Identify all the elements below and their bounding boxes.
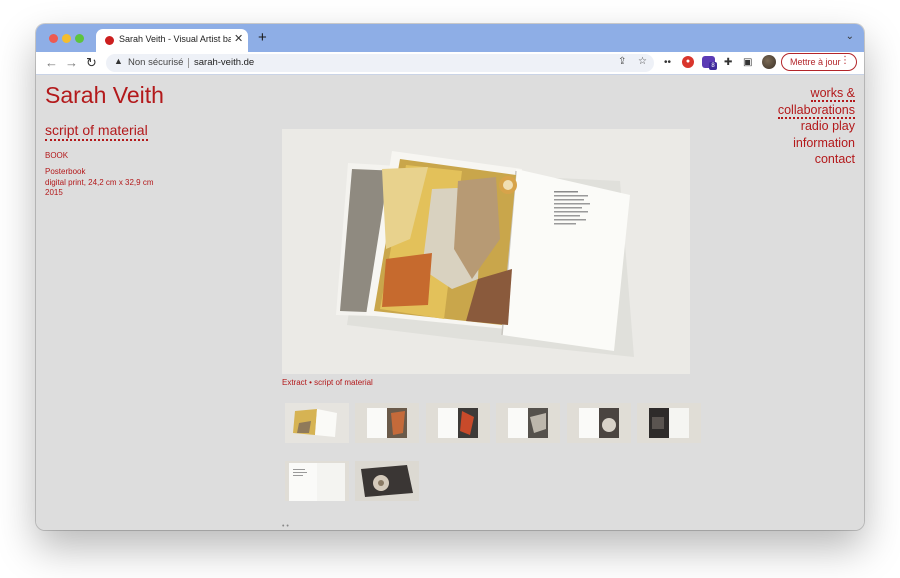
tab-bar: Sarah Veith - Visual Artist based ✕ + ⌄ bbox=[36, 24, 864, 52]
browser-window: Sarah Veith - Visual Artist based ✕ + ⌄ … bbox=[36, 24, 864, 530]
update-button[interactable]: Mettre à jour ⋮ bbox=[781, 53, 857, 71]
description-line: 2015 bbox=[45, 188, 63, 197]
nav-radio-play[interactable]: radio play bbox=[778, 118, 855, 135]
work-title: script of material bbox=[45, 122, 148, 141]
favicon-icon bbox=[105, 36, 114, 45]
update-button-label: Mettre à jour bbox=[790, 57, 841, 67]
extensions-puzzle-icon[interactable]: ✚ bbox=[724, 57, 732, 69]
minimize-window-button[interactable] bbox=[62, 34, 71, 43]
warning-triangle-icon[interactable]: ▲ bbox=[114, 56, 123, 66]
bookmark-star-icon[interactable]: ☆ bbox=[638, 56, 647, 67]
profile-avatar[interactable] bbox=[762, 55, 776, 69]
forward-arrow-icon[interactable]: → bbox=[65, 55, 78, 71]
nav-collaborations[interactable]: collaborations bbox=[777, 102, 855, 119]
security-label[interactable]: Non sécurisé bbox=[128, 57, 183, 68]
image-caption: Extract • script of material bbox=[282, 378, 373, 387]
extension-badge: 8 bbox=[709, 62, 717, 70]
reload-icon[interactable]: ↻ bbox=[86, 55, 97, 71]
thumbnail[interactable] bbox=[285, 461, 349, 501]
footer-dots: • • bbox=[282, 523, 289, 530]
description-line: digital print, 24,2 cm x 32,9 cm bbox=[45, 177, 154, 187]
address-bar[interactable]: ▲ Non sécurisé sarah-veith.de ⇪ ☆ bbox=[106, 54, 654, 72]
thumbnail[interactable] bbox=[496, 403, 560, 443]
nav-contact[interactable]: contact bbox=[778, 151, 855, 168]
thumbnail[interactable] bbox=[355, 403, 419, 443]
thumbnail[interactable] bbox=[355, 461, 419, 501]
more-menu-icon[interactable]: ⋮ bbox=[840, 55, 850, 66]
zoom-window-button[interactable] bbox=[75, 34, 84, 43]
description-line: Posterbook bbox=[45, 167, 86, 176]
extension-adblock-icon[interactable]: ● bbox=[682, 56, 694, 68]
new-tab-button[interactable]: + bbox=[258, 29, 267, 47]
tab-active[interactable]: Sarah Veith - Visual Artist based ✕ bbox=[96, 29, 248, 52]
page-content: Sarah Veith script of material BOOK Post… bbox=[36, 75, 864, 530]
share-icon[interactable]: ⇪ bbox=[618, 56, 626, 67]
close-window-button[interactable] bbox=[49, 34, 58, 43]
site-nav: works & collaborations radio play inform… bbox=[777, 85, 855, 168]
nav-information[interactable]: information bbox=[778, 135, 855, 152]
thumbnail[interactable] bbox=[567, 403, 631, 443]
work-description: Posterbook digital print, 24,2 cm x 32,9… bbox=[45, 167, 154, 199]
extension-dots-icon[interactable]: •• bbox=[664, 57, 671, 69]
address-divider bbox=[188, 58, 189, 68]
browser-toolbar: ← → ↻ ▲ Non sécurisé sarah-veith.de ⇪ ☆ … bbox=[36, 52, 864, 75]
thumbnail[interactable] bbox=[426, 403, 490, 443]
url-text[interactable]: sarah-veith.de bbox=[194, 57, 254, 68]
sidebar-icon[interactable]: ▣ bbox=[743, 57, 752, 69]
tab-close-icon[interactable]: ✕ bbox=[234, 32, 243, 46]
thumbnail[interactable] bbox=[637, 403, 701, 443]
thumbnail[interactable] bbox=[285, 403, 349, 443]
main-artwork-image[interactable] bbox=[282, 129, 690, 374]
work-category: BOOK bbox=[45, 151, 69, 160]
site-title[interactable]: Sarah Veith bbox=[45, 82, 164, 109]
back-arrow-icon[interactable]: ← bbox=[45, 55, 58, 71]
nav-works[interactable]: works & bbox=[778, 85, 855, 102]
tab-search-chevron-icon[interactable]: ⌄ bbox=[846, 31, 854, 42]
tab-title: Sarah Veith - Visual Artist based bbox=[119, 34, 231, 44]
